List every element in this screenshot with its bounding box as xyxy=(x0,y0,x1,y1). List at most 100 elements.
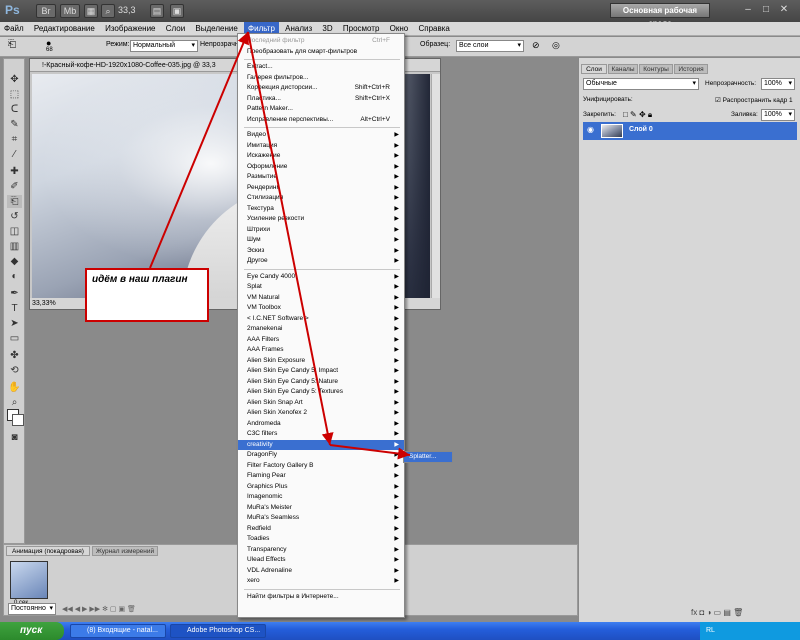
zoom-level[interactable]: 33,3 xyxy=(118,5,136,15)
minimize-button[interactable]: – xyxy=(740,3,756,17)
filter-item-filter-factory-gallery-b[interactable]: Filter Factory Gallery B ▶ xyxy=(238,461,404,472)
lang-indicator[interactable]: RL xyxy=(706,622,715,640)
move-tool-icon[interactable]: ✥ xyxy=(7,73,22,86)
tab-channels[interactable]: Каналы xyxy=(608,64,638,74)
filter-item-рендеринг[interactable]: Рендеринг ▶ xyxy=(238,183,404,194)
menu-edit[interactable]: Редактирование xyxy=(30,22,99,36)
propagate-frame-checkbox[interactable]: ☑ Распространить кадр 1 xyxy=(715,96,793,104)
filter-item-vm-toolbox[interactable]: VM Toolbox ▶ xyxy=(238,303,404,314)
screen-mode-button[interactable]: ▣ xyxy=(170,4,184,18)
filter-item-штрихи[interactable]: Штрихи ▶ xyxy=(238,225,404,236)
background-color-swatch[interactable] xyxy=(12,414,24,426)
blur-tool-icon[interactable]: ◆ xyxy=(7,255,22,268)
filter-item-коррекция-дисторсии[interactable]: Коррекция дисторсии... Shift+Ctrl+R xyxy=(238,83,404,94)
tab-history[interactable]: История xyxy=(674,64,708,74)
filter-item-alien-skin-eye-candy-5-textures[interactable]: Alien Skin Eye Candy 5: Textures ▶ xyxy=(238,387,404,398)
quick-mask-icon[interactable]: ◙ xyxy=(7,431,22,444)
path-select-tool-icon[interactable]: ➤ xyxy=(7,317,22,330)
arrange-docs-button[interactable]: ▤ xyxy=(150,4,164,18)
filter-item-шум[interactable]: Шум ▶ xyxy=(238,235,404,246)
eraser-tool-icon[interactable]: ◫ xyxy=(7,225,22,238)
dodge-tool-icon[interactable]: ◐ xyxy=(7,270,22,283)
vertical-scrollbar[interactable] xyxy=(431,74,440,298)
pressure-icon[interactable]: ◎ xyxy=(552,40,560,51)
filter-item-alien-skin-exposure[interactable]: Alien Skin Exposure ▶ xyxy=(238,356,404,367)
filter-item-andromeda[interactable]: Andromeda ▶ xyxy=(238,419,404,430)
view-extras-button[interactable]: ▦ xyxy=(84,4,98,18)
taskbar-photoshop[interactable]: Adobe Photoshop CS... xyxy=(170,624,266,638)
tab-layers[interactable]: Слои xyxy=(581,64,607,74)
zoom-status[interactable]: 33,33% xyxy=(32,300,56,307)
zoom-tool-button[interactable]: ⌕ xyxy=(101,4,115,18)
filter-item-оформление[interactable]: Оформление ▶ xyxy=(238,162,404,173)
layer-buttons-icons[interactable]: fx ◘ ◑ ▭ ▤ 🗑︎ xyxy=(691,608,743,617)
filter-item-imagenomic[interactable]: Imagenomic ▶ xyxy=(238,492,404,503)
filter-item-alien-skin-xenofex-2[interactable]: Alien Skin Xenofex 2 ▶ xyxy=(238,408,404,419)
filter-item-vm-natural[interactable]: VM Natural ▶ xyxy=(238,293,404,304)
filter-item-aaa-frames[interactable]: AAA Frames ▶ xyxy=(238,345,404,356)
splatter-menu-item[interactable]: Splatter... xyxy=(404,452,452,462)
type-tool-icon[interactable]: T xyxy=(7,302,22,315)
workspace-button[interactable]: Основная рабочая среда xyxy=(610,3,710,28)
filter-item-graphics-plus[interactable]: Graphics Plus ▶ xyxy=(238,482,404,493)
filter-item-flaming-pear[interactable]: Flaming Pear ▶ xyxy=(238,471,404,482)
opacity-input[interactable]: 100% xyxy=(761,78,795,90)
menu-select[interactable]: Выделение xyxy=(191,22,241,36)
filter-item-имитация[interactable]: Имитация ▶ xyxy=(238,141,404,152)
bridge-button[interactable]: Br xyxy=(36,4,56,18)
fill-input[interactable]: 100% xyxy=(761,109,795,121)
maximize-button[interactable]: □ xyxy=(758,3,774,17)
pen-tool-icon[interactable]: ✒ xyxy=(7,287,22,300)
filter-item-vdl-adrenaline[interactable]: VDL Adrenaline ▶ xyxy=(238,566,404,577)
tab-measurements[interactable]: Журнал измерений xyxy=(92,546,158,556)
3d-orbit-tool-icon[interactable]: ⟲ xyxy=(7,364,22,377)
menu-file[interactable]: Файл xyxy=(0,22,28,36)
filter-item-стилизация[interactable]: Стилизация ▶ xyxy=(238,193,404,204)
crop-tool-icon[interactable]: ⌗ xyxy=(7,133,22,146)
start-button[interactable]: пуск xyxy=(0,622,64,640)
filter-item-alien-skin-snap-art[interactable]: Alien Skin Snap Art ▶ xyxy=(238,398,404,409)
filter-item-галерея-фильтров[interactable]: Галерея фильтров... xyxy=(238,73,404,84)
filter-item-искажение[interactable]: Искажение ▶ xyxy=(238,151,404,162)
filter-item-исправление-перспективы[interactable]: Исправление перспективы... Alt+Ctrl+V xyxy=(238,115,404,126)
tab-paths[interactable]: Контуры xyxy=(639,64,673,74)
filter-item-эскиз[interactable]: Эскиз ▶ xyxy=(238,246,404,257)
shape-tool-icon[interactable]: ▭ xyxy=(7,332,22,345)
filter-item-alien-skin-eye-candy-5-impact[interactable]: Alien Skin Eye Candy 5: Impact ▶ xyxy=(238,366,404,377)
filter-item-2manekenai[interactable]: 2manekenai ▶ xyxy=(238,324,404,335)
brush-tool-icon[interactable]: ✐ xyxy=(7,180,22,193)
filter-item-усиление-резкости[interactable]: Усиление резкости ▶ xyxy=(238,214,404,225)
filter-item-toadies[interactable]: Toadies ▶ xyxy=(238,534,404,545)
filter-item-i-c-net-software[interactable]: < I.C.NET Software > ▶ xyxy=(238,314,404,325)
filter-item-видео[interactable]: Видео ▶ xyxy=(238,130,404,141)
minibridge-button[interactable]: Mb xyxy=(60,4,80,18)
filter-item-dragonfly[interactable]: DragonFly ▶ xyxy=(238,450,404,461)
zoom-tool-icon[interactable]: ⌕ xyxy=(7,396,22,409)
eye-icon[interactable]: ◉ xyxy=(587,125,594,134)
filter-item-extract[interactable]: Extract... xyxy=(238,62,404,73)
layer-name[interactable]: Слой 0 xyxy=(629,126,653,133)
filter-item-пластика[interactable]: Пластика... Shift+Ctrl+X xyxy=(238,94,404,105)
marquee-tool-icon[interactable]: ⬚ xyxy=(7,88,22,101)
filter-item-c3c-filters[interactable]: C3C filters ▶ xyxy=(238,429,404,440)
menu-layers[interactable]: Слои xyxy=(162,22,189,36)
filter-item-aaa-filters[interactable]: AAA Filters ▶ xyxy=(238,335,404,346)
3d-rotate-tool-icon[interactable]: ✤ xyxy=(7,349,22,362)
filter-item-creativity[interactable]: creativity ▶ xyxy=(238,439,404,450)
mode-select[interactable]: Нормальный xyxy=(130,40,198,52)
stamp-tool-icon[interactable]: ⎗ xyxy=(8,39,16,50)
blend-mode-select[interactable]: Обычные xyxy=(583,78,699,90)
filter-item-ulead-effects[interactable]: Ulead Effects ▶ xyxy=(238,555,404,566)
filter-item-mura-s-seamless[interactable]: MuRa's Seamless ▶ xyxy=(238,513,404,524)
quick-select-tool-icon[interactable]: ✎ xyxy=(7,118,22,131)
healing-tool-icon[interactable]: ✚ xyxy=(7,165,22,178)
hand-tool-icon[interactable]: ✋ xyxy=(7,381,22,394)
gradient-tool-icon[interactable]: ▥ xyxy=(7,240,22,253)
sample-select[interactable]: Все слои xyxy=(456,40,524,52)
filter-item-размытие[interactable]: Размытие ▶ xyxy=(238,172,404,183)
filter-item-преобразовать-для-смарт-фильтров[interactable]: Преобразовать для смарт-фильтров xyxy=(238,47,404,58)
loop-select[interactable]: Постоянно xyxy=(8,603,56,615)
lasso-tool-icon[interactable]: ᑕ xyxy=(7,103,22,116)
close-button[interactable]: ✕ xyxy=(776,3,792,17)
animation-frame[interactable] xyxy=(10,561,48,599)
